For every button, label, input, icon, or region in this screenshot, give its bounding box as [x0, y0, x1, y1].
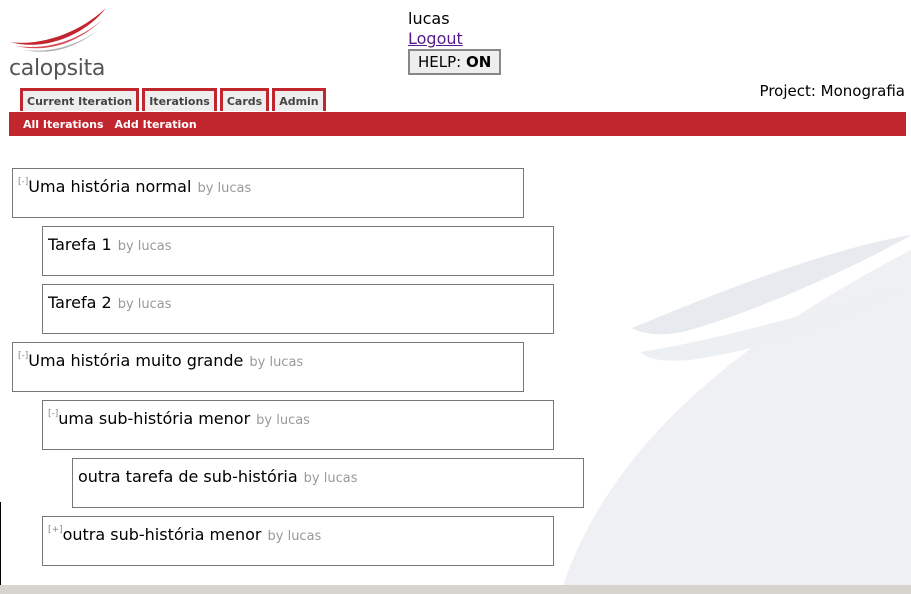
- tab-admin[interactable]: Admin: [272, 88, 326, 111]
- card-item[interactable]: outra tarefa de sub-história by lucas: [72, 458, 584, 508]
- help-toggle-button[interactable]: HELP: ON: [408, 49, 502, 75]
- card-title: Uma história normal: [28, 177, 192, 196]
- project-name: Project: Monografia: [759, 82, 905, 100]
- card-title: Uma história muito grande: [28, 351, 244, 370]
- card-item[interactable]: [+]outra sub-história menor by lucas: [42, 516, 554, 566]
- collapse-toggle[interactable]: [-]: [18, 177, 28, 187]
- card-item[interactable]: Tarefa 2 by lucas: [42, 284, 554, 334]
- tab-iterations[interactable]: Iterations: [142, 88, 217, 111]
- card-item[interactable]: [-]Uma história muito grande by lucas: [12, 342, 524, 392]
- logout-link[interactable]: Logout: [408, 29, 463, 49]
- expand-toggle[interactable]: [+]: [48, 525, 63, 535]
- logo-text: calopsita: [9, 56, 106, 81]
- user-panel: lucas Logout HELP: ON: [408, 9, 502, 75]
- collapse-toggle[interactable]: [-]: [48, 409, 58, 419]
- tab-cards[interactable]: Cards: [219, 88, 270, 111]
- card-author: by lucas: [117, 297, 172, 312]
- help-label: HELP:: [418, 53, 462, 71]
- collapse-toggle[interactable]: [-]: [18, 351, 28, 361]
- tab-current-iteration[interactable]: Current Iteration: [20, 88, 140, 111]
- card-author: by lucas: [117, 239, 172, 254]
- username: lucas: [408, 9, 450, 28]
- card-title: Tarefa 1: [48, 235, 112, 254]
- card-author: by lucas: [267, 529, 322, 544]
- card-item[interactable]: Tarefa 1 by lucas: [42, 226, 554, 276]
- add-iteration-link[interactable]: Add Iteration: [115, 118, 197, 131]
- browser-status-bar: [0, 585, 911, 594]
- main-tabs: Current Iteration Iterations Cards Admin: [20, 88, 329, 111]
- card-author: by lucas: [197, 181, 252, 196]
- card-title: Tarefa 2: [48, 293, 112, 312]
- help-state: ON: [466, 53, 492, 71]
- card-item[interactable]: [-]uma sub-história menor by lucas: [42, 400, 554, 450]
- window-edge-divider: [0, 502, 1, 594]
- card-item[interactable]: [-]Uma história normal by lucas: [12, 168, 524, 218]
- all-iterations-link[interactable]: All Iterations: [23, 118, 104, 131]
- sub-navigation-bar: All Iterations Add Iteration: [9, 112, 906, 136]
- calopsita-logo[interactable]: calopsita: [6, 6, 116, 82]
- card-title: uma sub-história menor: [58, 409, 251, 428]
- card-title: outra tarefa de sub-história: [78, 467, 298, 486]
- logo-swoosh-icon: [10, 8, 106, 52]
- card-author: by lucas: [256, 413, 310, 428]
- card-author: by lucas: [249, 355, 304, 370]
- card-title: outra sub-história menor: [62, 525, 262, 544]
- card-author: by lucas: [303, 471, 358, 486]
